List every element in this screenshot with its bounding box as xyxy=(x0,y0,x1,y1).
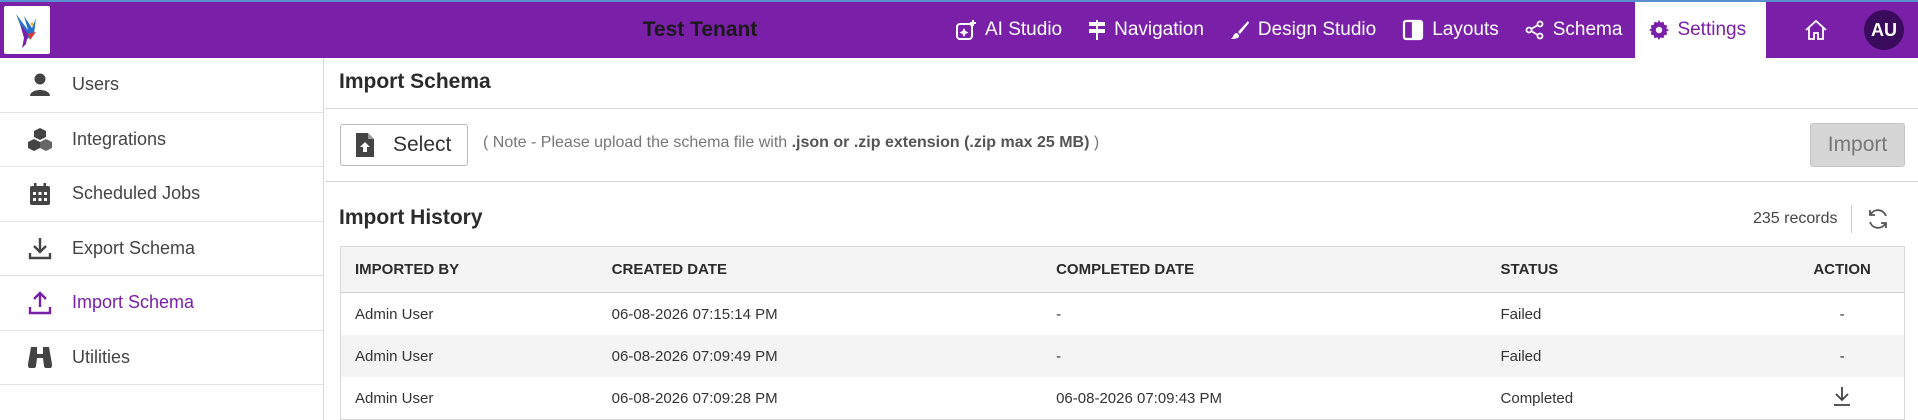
nav-navigation[interactable]: Navigation xyxy=(1075,2,1217,58)
note-suffix: ) xyxy=(1089,134,1100,151)
import-history-table: IMPORTED BY CREATED DATE COMPLETED DATE … xyxy=(340,246,1905,420)
sidebar-item-scheduled-jobs[interactable]: Scheduled Jobs xyxy=(0,167,323,222)
download-icon xyxy=(1834,387,1851,406)
cell-imported-by: Admin User xyxy=(355,305,434,323)
select-file-button[interactable]: Select xyxy=(340,124,468,166)
nav-design-studio-label: Design Studio xyxy=(1257,19,1377,40)
column-imported-by[interactable]: IMPORTED BY xyxy=(341,261,612,278)
calendar-icon xyxy=(26,180,54,208)
cell-action: - xyxy=(1839,305,1845,323)
main-nav: AI Studio Navigation Design Studio Layou… xyxy=(942,2,1767,58)
binoculars-icon xyxy=(26,343,54,371)
sidebar-item-label: Import Schema xyxy=(72,292,195,313)
sidebar-item-export-schema[interactable]: Export Schema xyxy=(0,222,323,276)
user-icon xyxy=(26,71,54,99)
column-created-date[interactable]: CREATED DATE xyxy=(612,261,1056,278)
cell-status: Completed xyxy=(1500,389,1574,407)
cell-completed-date: - xyxy=(1056,305,1062,323)
table-header: IMPORTED BY CREATED DATE COMPLETED DATE … xyxy=(341,247,1904,293)
column-action: ACTION xyxy=(1813,261,1871,278)
bell-icon xyxy=(1744,20,1766,42)
records-count: 235 records xyxy=(1753,210,1838,227)
nav-layouts[interactable]: Layouts xyxy=(1389,2,1512,58)
divider xyxy=(325,181,1918,182)
nav-ai-studio-label: AI Studio xyxy=(985,19,1063,40)
brush-icon xyxy=(1230,21,1249,39)
upload-note: ( Note - Please upload the schema file w… xyxy=(483,134,1099,152)
divider xyxy=(325,108,1918,109)
gear-icon xyxy=(1649,20,1670,40)
nav-ai-studio[interactable]: AI Studio xyxy=(942,2,1075,58)
home-icon xyxy=(1805,19,1827,40)
top-bar: Test Tenant AI Studio Navigation Design … xyxy=(0,0,1918,58)
nav-layouts-label: Layouts xyxy=(1432,19,1499,40)
refresh-button[interactable] xyxy=(1863,204,1893,234)
share-icon xyxy=(1525,20,1544,40)
table-row: Admin User 06-08-2026 07:09:49 PM - Fail… xyxy=(341,335,1904,377)
sidebar-item-label: Export Schema xyxy=(72,237,196,258)
cell-imported-by: Admin User xyxy=(355,347,434,365)
sidebar-item-utilities[interactable]: Utilities xyxy=(0,331,323,385)
import-button[interactable]: Import xyxy=(1810,123,1905,167)
sidebar-item-label: Scheduled Jobs xyxy=(72,183,201,204)
nav-navigation-label: Navigation xyxy=(1114,19,1204,40)
settings-sidebar: Users Integrations Scheduled Jobs Export… xyxy=(0,58,324,420)
note-extensions: .json or .zip extension (.zip max 25 MB) xyxy=(791,134,1090,151)
download-icon xyxy=(26,234,54,262)
note-prefix: ( Note - Please upload the schema file w… xyxy=(483,134,792,151)
column-status[interactable]: STATUS xyxy=(1501,261,1781,278)
cubes-icon xyxy=(26,125,54,153)
cell-imported-by: Admin User xyxy=(355,389,434,407)
sidebar-item-label: Integrations xyxy=(72,128,167,149)
column-completed-date[interactable]: COMPLETED DATE xyxy=(1056,261,1500,278)
page-title: Import Schema xyxy=(339,70,491,93)
layout-icon xyxy=(1403,19,1424,41)
user-avatar[interactable]: AU xyxy=(1864,10,1904,50)
sidebar-item-import-schema[interactable]: Import Schema xyxy=(0,276,323,331)
cell-action: - xyxy=(1839,347,1845,365)
cell-completed-date: - xyxy=(1056,347,1062,365)
cell-created-date: 06-08-2026 07:09:49 PM xyxy=(611,347,778,365)
main-content: Import Schema Select ( Note - Please upl… xyxy=(325,58,1918,420)
sidebar-item-label: Users xyxy=(72,74,120,95)
upload-icon xyxy=(26,289,54,317)
tenant-name: Test Tenant xyxy=(642,18,758,41)
cell-created-date: 06-08-2026 07:09:28 PM xyxy=(611,389,778,407)
refresh-icon xyxy=(1869,209,1887,229)
sidebar-item-users[interactable]: Users xyxy=(0,58,323,113)
cell-status: Failed xyxy=(1500,305,1542,323)
table-row: Admin User 06-08-2026 07:15:14 PM - Fail… xyxy=(341,293,1904,335)
nav-schema-label: Schema xyxy=(1552,19,1623,40)
download-button[interactable] xyxy=(1780,386,1904,410)
sidebar-item-integrations[interactable]: Integrations xyxy=(0,113,323,167)
cell-created-date: 06-08-2026 07:15:14 PM xyxy=(611,305,778,323)
nav-design-studio[interactable]: Design Studio xyxy=(1217,2,1389,58)
home-button[interactable] xyxy=(1796,2,1836,58)
ai-studio-icon xyxy=(956,20,976,40)
nav-schema[interactable]: Schema xyxy=(1512,2,1636,58)
select-file-label: Select xyxy=(393,133,452,156)
file-upload-icon xyxy=(356,133,374,157)
signpost-icon xyxy=(1089,20,1106,40)
import-history-title: Import History xyxy=(339,206,483,229)
sidebar-item-label: Utilities xyxy=(72,346,131,367)
cell-status: Failed xyxy=(1500,347,1542,365)
separator xyxy=(1851,205,1852,233)
notifications-button[interactable] xyxy=(1735,2,1775,58)
cell-completed-date: 06-08-2026 07:09:43 PM xyxy=(1056,389,1223,407)
table-row: Admin User 06-08-2026 07:09:28 PM 06-08-… xyxy=(341,377,1904,419)
